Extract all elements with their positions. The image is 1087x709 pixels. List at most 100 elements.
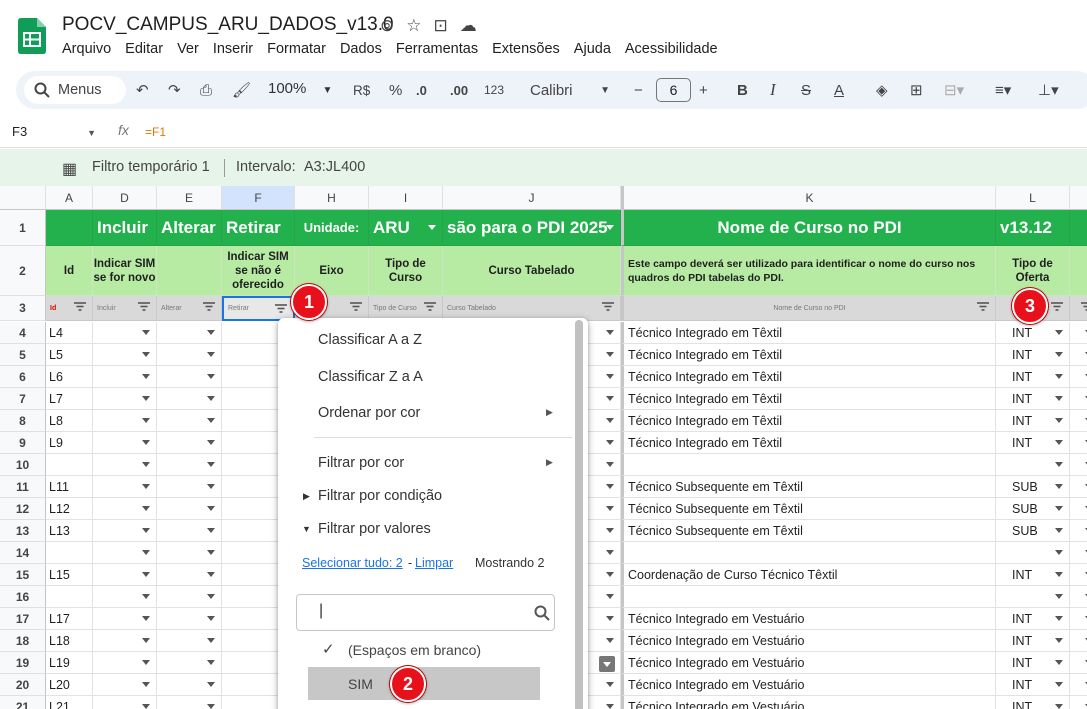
header-cell-r1[interactable]: Unidade: — [295, 210, 369, 246]
merge-cells-icon[interactable]: ⊟▾ — [944, 80, 964, 100]
data-cell[interactable] — [93, 454, 157, 476]
data-cell[interactable] — [93, 388, 157, 410]
cloud-status-icon[interactable]: ☁ — [460, 16, 477, 36]
data-cell[interactable]: Técnico Integrado em Vestuário — [621, 608, 996, 630]
dropdown-arrow-icon[interactable] — [1055, 660, 1063, 665]
menu-arquivo[interactable]: Arquivo — [62, 41, 111, 57]
filter-by-color-item[interactable]: Filtrar por cor — [318, 455, 404, 471]
data-cell[interactable] — [996, 542, 1070, 564]
data-cell[interactable] — [1070, 652, 1087, 674]
header-cell-r1[interactable]: Retirar — [222, 210, 295, 246]
data-cell[interactable]: INT — [996, 630, 1070, 652]
column-header-H[interactable]: H — [295, 186, 369, 210]
redo-icon[interactable]: ↷ — [168, 80, 181, 100]
select-all-corner[interactable] — [0, 186, 46, 210]
fill-color-icon[interactable]: ◈ — [876, 80, 888, 100]
data-cell[interactable] — [93, 344, 157, 366]
dropdown-arrow-icon[interactable] — [606, 616, 614, 621]
dropdown-arrow-icon[interactable] — [142, 506, 150, 511]
row-header[interactable]: 14 — [0, 542, 46, 564]
dropdown-arrow-icon[interactable] — [1055, 550, 1063, 555]
row-header[interactable]: 1 — [0, 210, 46, 246]
data-cell[interactable]: Coordenação de Curso Técnico Têxtil — [621, 564, 996, 586]
data-cell[interactable] — [1070, 520, 1087, 542]
data-cell[interactable] — [1070, 322, 1087, 344]
filter-cell[interactable]: Id — [46, 296, 93, 321]
data-cell[interactable] — [157, 674, 222, 696]
strikethrough-icon[interactable]: S — [801, 80, 811, 100]
font-size-input[interactable]: 6 — [656, 78, 691, 102]
filter-icon[interactable] — [74, 302, 86, 311]
menu-ferramentas[interactable]: Ferramentas — [396, 41, 478, 57]
dropdown-arrow-icon[interactable] — [142, 440, 150, 445]
filter-cell[interactable]: Nome de Curso no PDI — [621, 296, 996, 321]
dropdown-arrow-icon[interactable] — [428, 225, 436, 230]
dropdown-arrow-icon[interactable] — [142, 660, 150, 665]
data-cell[interactable] — [157, 564, 222, 586]
vertical-align-icon[interactable]: ⊥▾ — [1038, 80, 1059, 100]
row-header[interactable]: 8 — [0, 410, 46, 432]
dropdown-arrow-icon[interactable] — [142, 550, 150, 555]
decrease-font-size-icon[interactable]: − — [634, 80, 643, 100]
data-cell[interactable] — [157, 498, 222, 520]
data-cell[interactable]: SUB — [996, 498, 1070, 520]
column-header-next[interactable] — [1070, 186, 1087, 210]
data-cell[interactable] — [93, 498, 157, 520]
data-cell[interactable]: L21 — [46, 696, 93, 709]
data-cell[interactable] — [996, 454, 1070, 476]
data-cell[interactable]: L17 — [46, 608, 93, 630]
dropdown-arrow-icon[interactable] — [1055, 638, 1063, 643]
filter-icon[interactable] — [275, 304, 287, 313]
column-header-K[interactable]: K — [621, 186, 996, 210]
filter-icon[interactable] — [602, 302, 614, 311]
dropdown-arrow-icon[interactable] — [1055, 572, 1063, 577]
range-value[interactable]: A3:JL400 — [304, 159, 365, 175]
dropdown-arrow-icon[interactable] — [606, 506, 614, 511]
dropdown-arrow-icon[interactable] — [142, 330, 150, 335]
data-cell[interactable]: SUB — [996, 520, 1070, 542]
dropdown-arrow-icon[interactable] — [1055, 396, 1063, 401]
zoom-select[interactable]: 100% ▼ — [268, 80, 332, 97]
data-cell[interactable] — [1070, 696, 1087, 709]
data-cell[interactable] — [157, 432, 222, 454]
star-icon[interactable]: ☆ — [406, 16, 421, 36]
data-cell[interactable] — [157, 520, 222, 542]
dropdown-arrow-icon[interactable] — [606, 418, 614, 423]
data-cell[interactable]: Técnico Subsequente em Têxtil — [621, 498, 996, 520]
header-cell-r1[interactable] — [1070, 210, 1087, 246]
dropdown-arrow-icon[interactable] — [207, 704, 215, 709]
currency-button[interactable]: R$ — [353, 80, 370, 100]
data-cell[interactable] — [93, 410, 157, 432]
dropdown-arrow-icon[interactable] — [1055, 462, 1063, 467]
dropdown-arrow-icon[interactable] — [1055, 594, 1063, 599]
data-cell[interactable]: Técnico Integrado em Têxtil — [621, 322, 996, 344]
decrease-decimal-button[interactable]: .0 — [416, 80, 427, 100]
data-cell[interactable] — [93, 432, 157, 454]
document-title[interactable]: POCV_CAMPUS_ARU_DADOS_v13.0 — [62, 14, 394, 36]
data-cell[interactable]: L20 — [46, 674, 93, 696]
filter-icon[interactable] — [424, 302, 436, 311]
data-cell[interactable]: L9 — [46, 432, 93, 454]
header-cell-r2[interactable]: Id — [46, 246, 93, 296]
data-cell[interactable]: SUB — [996, 476, 1070, 498]
data-cell[interactable] — [1070, 454, 1087, 476]
data-cell[interactable] — [93, 696, 157, 709]
menu-dados[interactable]: Dados — [340, 41, 382, 57]
data-cell[interactable]: L5 — [46, 344, 93, 366]
dropdown-arrow-icon[interactable] — [142, 704, 150, 709]
sheets-logo-icon[interactable] — [18, 18, 46, 54]
header-cell-r2[interactable] — [1070, 246, 1087, 296]
data-cell[interactable] — [1070, 586, 1087, 608]
data-cell[interactable] — [93, 520, 157, 542]
data-cell[interactable]: Técnico Integrado em Têxtil — [621, 366, 996, 388]
dropdown-arrow-icon[interactable] — [1055, 440, 1063, 445]
dropdown-arrow-icon[interactable] — [606, 682, 614, 687]
data-cell[interactable]: Técnico Integrado em Vestuário — [621, 630, 996, 652]
data-cell[interactable] — [1070, 542, 1087, 564]
data-cell[interactable]: L18 — [46, 630, 93, 652]
data-cell[interactable] — [157, 322, 222, 344]
dropdown-arrow-icon[interactable] — [207, 352, 215, 357]
data-cell[interactable] — [621, 586, 996, 608]
data-cell[interactable]: Técnico Integrado em Têxtil — [621, 344, 996, 366]
data-cell[interactable]: INT — [996, 344, 1070, 366]
